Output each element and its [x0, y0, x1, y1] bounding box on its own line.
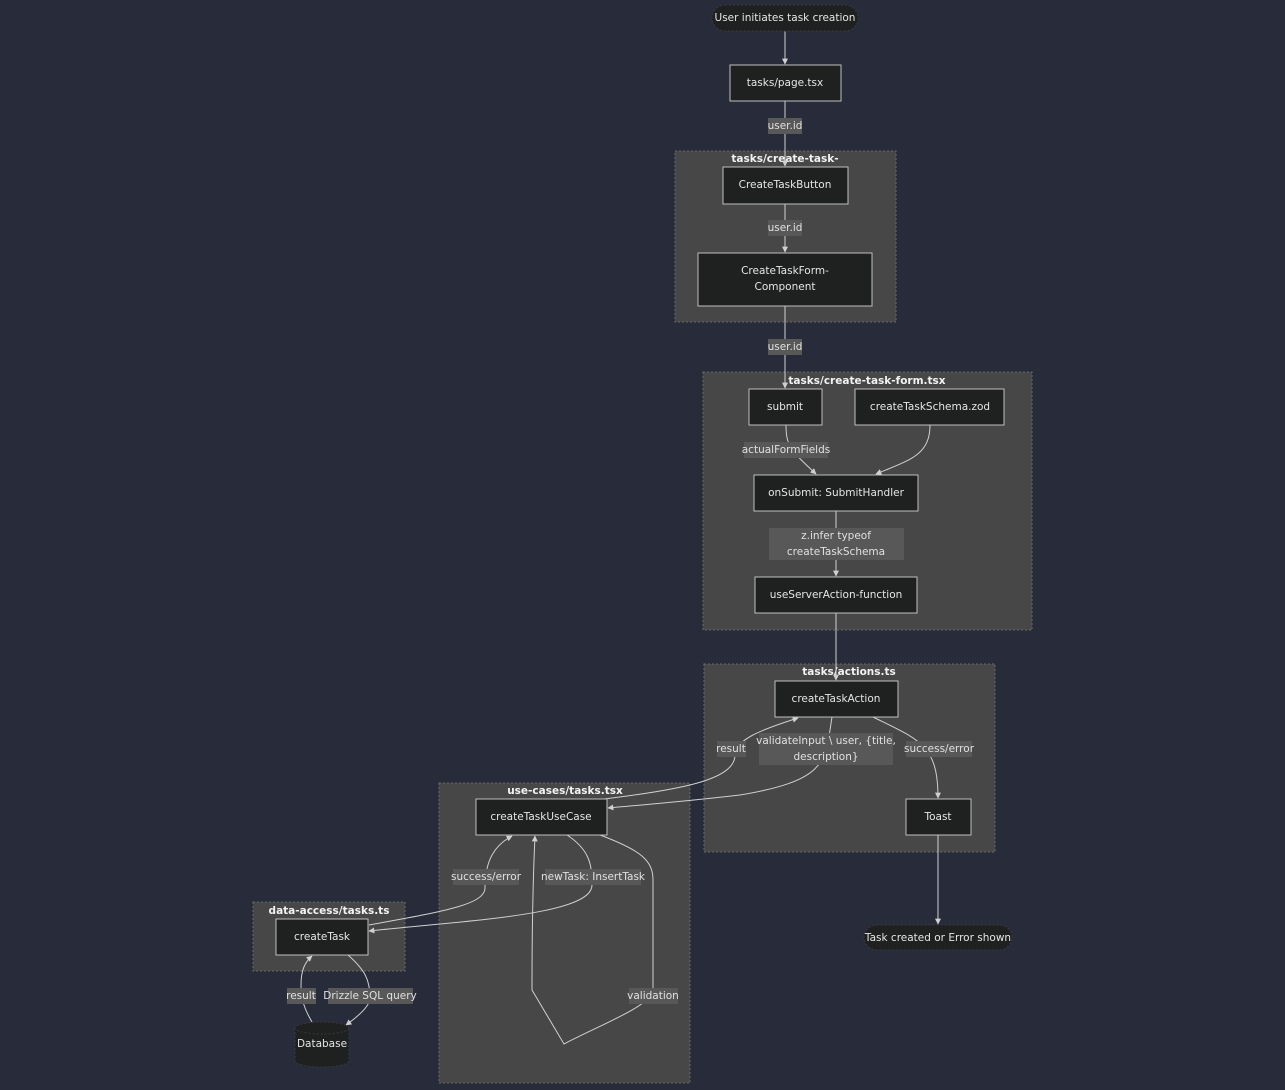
svg-text:z.infer typeof: z.infer typeof [801, 530, 871, 542]
node-start: User initiates task creation [711, 4, 859, 32]
svg-text:Task created or Error shown: Task created or Error shown [864, 932, 1011, 944]
cluster-title: tasks/actions.ts [802, 666, 896, 678]
edge-label-user-id: user.id [768, 339, 803, 355]
svg-text:success/error: success/error [904, 743, 975, 755]
edge-label-success-error: success/error [904, 741, 975, 757]
node-end: Task created or Error shown [863, 924, 1013, 951]
svg-text:tasks/page.tsx: tasks/page.tsx [747, 77, 823, 89]
edge-label-z-infer: z.infer typeof createTaskSchema [769, 528, 904, 560]
node-create-task-action: createTaskAction [774, 680, 899, 718]
node-create-task-button: CreateTaskButton [722, 166, 849, 205]
node-create-task-schema: createTaskSchema.zod [854, 388, 1005, 426]
svg-text:newTask: InsertTask: newTask: InsertTask [541, 871, 646, 883]
edge-label-new-task: newTask: InsertTask [541, 869, 646, 885]
svg-text:User initiates task creation: User initiates task creation [715, 12, 856, 24]
edge-label-drizzle-sql-query: Drizzle SQL query [323, 988, 417, 1004]
node-create-task-form-component: CreateTaskForm- Component [697, 252, 873, 307]
svg-text:createTaskAction: createTaskAction [792, 693, 881, 705]
svg-text:CreateTaskForm-: CreateTaskForm- [741, 265, 829, 277]
node-create-task: createTask [275, 918, 369, 956]
cluster-title: tasks/create-task-form.tsx [788, 375, 945, 387]
svg-text:Component: Component [755, 281, 816, 293]
edge-label-validation: validation [627, 988, 679, 1004]
svg-text:submit: submit [767, 401, 803, 413]
cluster-title: use-cases/tasks.tsx [507, 785, 623, 797]
svg-text:CreateTaskButton: CreateTaskButton [739, 179, 832, 191]
node-database: Database [294, 1021, 350, 1068]
edge-label-success-error: success/error [451, 869, 522, 885]
node-use-server-action: useServerAction-function [754, 576, 918, 614]
database-icon-label: Database [297, 1038, 347, 1050]
svg-text:description}: description} [793, 751, 858, 763]
svg-text:createTaskSchema.zod: createTaskSchema.zod [870, 401, 990, 413]
svg-text:createTask: createTask [294, 931, 351, 943]
svg-text:user.id: user.id [768, 341, 803, 353]
svg-text:createTaskUseCase: createTaskUseCase [490, 811, 591, 823]
node-submit: submit [748, 388, 823, 426]
edge-label-user-id: user.id [768, 118, 803, 134]
edge-label-result: result [716, 741, 746, 757]
node-page: tasks/page.tsx [729, 64, 842, 102]
svg-text:validation: validation [627, 990, 679, 1002]
svg-text:createTaskSchema: createTaskSchema [787, 546, 885, 558]
edge-label-actual-form-fields: actualFormFields [742, 442, 831, 458]
svg-text:Toast: Toast [923, 811, 951, 823]
svg-text:onSubmit: SubmitHandler: onSubmit: SubmitHandler [768, 487, 904, 499]
svg-text:result: result [286, 990, 316, 1002]
svg-text:validateInput \ user, {title,: validateInput \ user, {title, [756, 735, 896, 747]
edge-label-result: result [286, 988, 316, 1004]
flowchart: tasks/create-task- tasks/create-task-for… [0, 0, 1285, 1090]
svg-text:user.id: user.id [768, 222, 803, 234]
svg-text:useServerAction-function: useServerAction-function [770, 589, 903, 601]
svg-text:user.id: user.id [768, 120, 803, 132]
svg-text:Drizzle SQL query: Drizzle SQL query [323, 990, 417, 1002]
cluster-title: data-access/tasks.ts [269, 905, 390, 917]
edge-label-user-id: user.id [768, 220, 803, 236]
svg-text:result: result [716, 743, 746, 755]
node-on-submit: onSubmit: SubmitHandler [753, 474, 919, 512]
edge-label-validate-input: validateInput \ user, {title, description… [756, 733, 896, 765]
node-create-task-use-case: createTaskUseCase [475, 798, 608, 836]
svg-text:actualFormFields: actualFormFields [742, 444, 831, 456]
svg-text:success/error: success/error [451, 871, 522, 883]
node-toast: Toast [905, 798, 972, 836]
